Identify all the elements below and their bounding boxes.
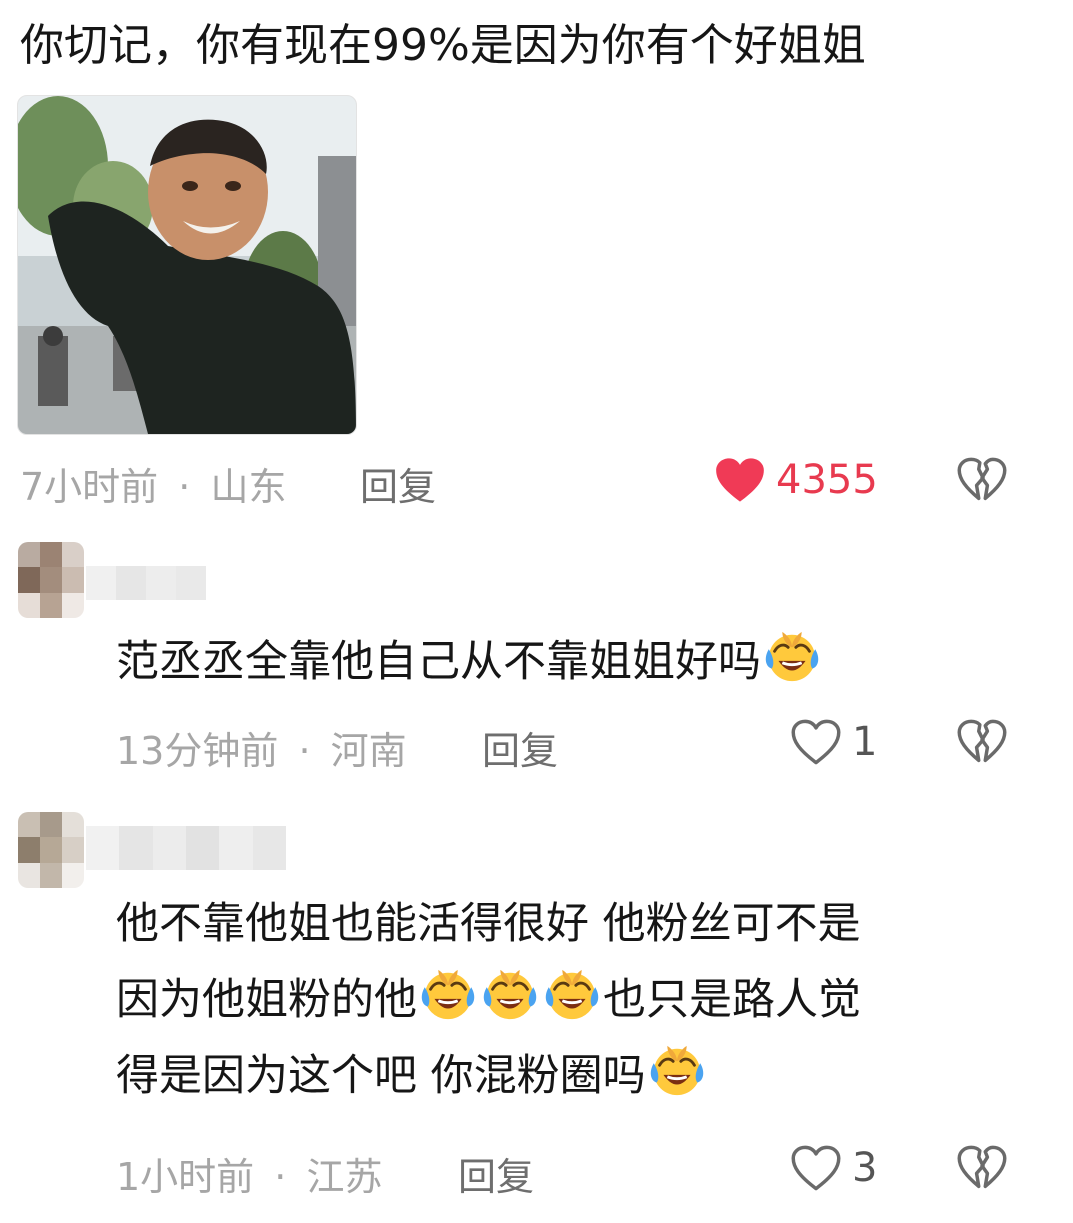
reply-label: 回复	[360, 465, 437, 509]
comment-location: 江苏	[306, 1155, 383, 1199]
meta-separator: ·	[178, 465, 191, 509]
laugh-cry-emoji	[763, 628, 821, 686]
comment-meta: 13分钟前 · 河南	[116, 720, 407, 775]
comment-line: 他不靠他姐也能活得很好 他粉丝可不是	[116, 886, 1016, 962]
comment-location: 山东	[210, 465, 287, 509]
like-button[interactable]: 4355	[714, 456, 878, 504]
broken-heart-icon	[956, 456, 1008, 504]
laugh-cry-emoji	[481, 966, 539, 1024]
heart-filled-icon	[714, 456, 766, 504]
comment-text: 他不靠他姐也能活得很好 他粉丝可不是	[116, 899, 861, 949]
heart-outline-icon	[790, 1144, 842, 1192]
comment-text: 你切记，你有现在99%是因为你有个好姐姐	[20, 20, 866, 71]
comment-time: 1小时前	[116, 1155, 255, 1199]
comment-body: 范丞丞全靠他自己从不靠姐姐好吗	[116, 624, 823, 700]
reply-label: 回复	[482, 729, 559, 773]
comment-time: 7小时前	[20, 465, 159, 509]
like-button[interactable]: 3	[790, 1144, 877, 1192]
username[interactable]	[86, 566, 206, 600]
like-count: 4355	[776, 457, 878, 503]
comment-meta: 1小时前 · 江苏	[116, 1146, 382, 1201]
meme-photo	[18, 96, 356, 434]
comment-text: 得是因为这个吧 你混粉圈吗	[116, 1051, 646, 1101]
comment-image[interactable]	[17, 95, 357, 435]
dislike-button[interactable]	[956, 718, 1008, 770]
heart-outline-icon	[790, 718, 842, 766]
comment-line: 因为他姐粉的他 也只是路人觉	[116, 962, 1016, 1038]
username[interactable]	[86, 826, 286, 870]
laugh-cry-emoji	[648, 1042, 706, 1100]
broken-heart-icon	[956, 1144, 1008, 1192]
like-count: 1	[852, 719, 878, 765]
like-count: 3	[852, 1145, 878, 1191]
reply-button[interactable]: 回复	[458, 1146, 534, 1201]
broken-heart-icon	[956, 718, 1008, 766]
meta-separator: ·	[274, 1155, 287, 1199]
dislike-button[interactable]	[956, 1144, 1008, 1196]
comment-text: 也只是路人觉	[603, 975, 861, 1025]
comment-location: 河南	[330, 729, 407, 773]
avatar[interactable]	[18, 542, 84, 618]
comment-2: 范丞丞全靠他自己从不靠姐姐好吗 13分钟前 · 河南 回复 1	[0, 520, 1073, 790]
reply-button[interactable]: 回复	[360, 456, 436, 511]
laugh-cry-emoji	[543, 966, 601, 1024]
comment-3: 他不靠他姐也能活得很好 他粉丝可不是 因为他姐粉的他 也只是路人觉 得是因为这个吧…	[0, 790, 1073, 1223]
dislike-button[interactable]	[956, 456, 1008, 508]
avatar[interactable]	[18, 812, 84, 888]
laugh-cry-emoji	[419, 966, 477, 1024]
comment-text: 范丞丞全靠他自己从不靠姐姐好吗	[116, 637, 761, 687]
comment-1: 你切记，你有现在99%是因为你有个好姐姐 7小时前 · 山东 回复 4355	[0, 0, 1073, 520]
reply-button[interactable]: 回复	[482, 720, 558, 775]
comment-text: 因为他姐粉的他	[116, 975, 417, 1025]
comment-time: 13分钟前	[116, 729, 279, 773]
meta-separator: ·	[298, 729, 311, 773]
comment-body: 他不靠他姐也能活得很好 他粉丝可不是 因为他姐粉的他 也只是路人觉 得是因为这个吧…	[116, 886, 1016, 1114]
comment-line: 得是因为这个吧 你混粉圈吗	[116, 1038, 1016, 1114]
like-button[interactable]: 1	[790, 718, 877, 766]
comment-meta: 7小时前 · 山东	[20, 456, 286, 511]
reply-label: 回复	[458, 1155, 535, 1199]
